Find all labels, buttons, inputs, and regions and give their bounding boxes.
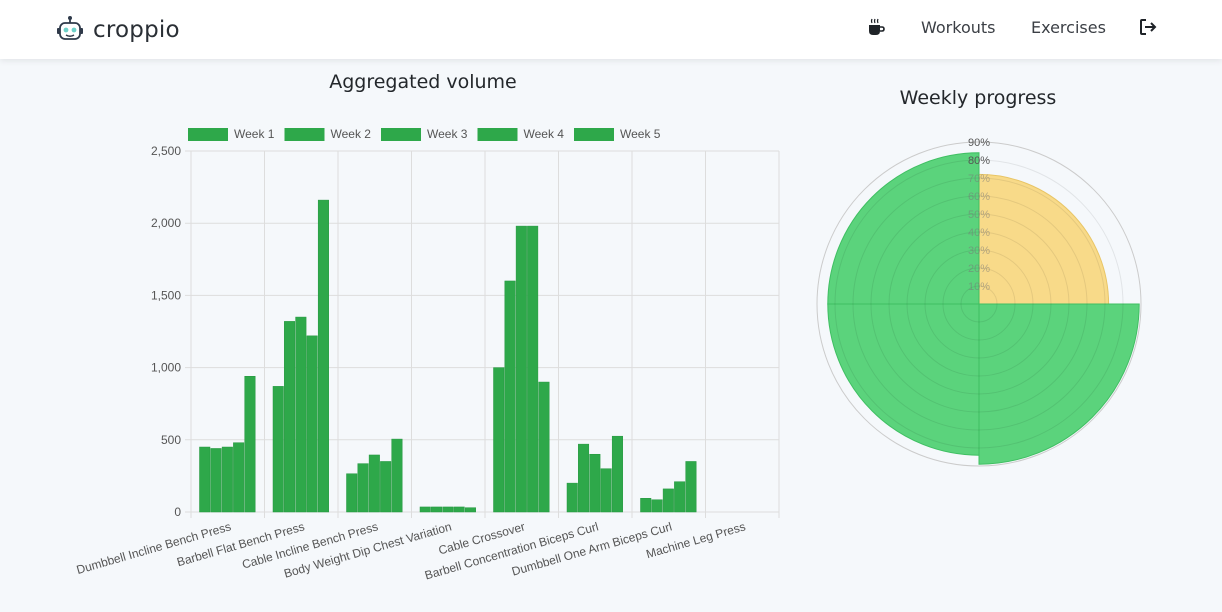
polar-slice [978, 173, 1110, 305]
legend-swatch [284, 128, 325, 141]
bar [357, 463, 369, 513]
bar [199, 446, 211, 513]
bar [674, 481, 686, 513]
nav-exercises[interactable]: Exercises [1031, 18, 1106, 37]
polar-tick-label: 70% [968, 173, 990, 185]
logout-icon[interactable] [1138, 17, 1158, 37]
polar-tick-label: 20% [968, 263, 990, 275]
y-tick-label: 0 [174, 505, 181, 519]
bar [493, 367, 505, 513]
app-name: croppio [93, 17, 180, 43]
bar [453, 506, 465, 513]
polar-slice [827, 303, 980, 456]
legend-label: Week 1 [234, 127, 275, 141]
y-tick-label: 1,000 [151, 361, 181, 375]
bar [464, 507, 476, 513]
bar [272, 386, 284, 513]
bar [244, 376, 256, 513]
legend-label: Week 4 [524, 127, 565, 141]
legend-label: Week 3 [427, 127, 468, 141]
bar [284, 321, 296, 513]
legend-swatch [574, 128, 614, 141]
polar-tick-label: 50% [968, 209, 990, 221]
navbar: croppio Workouts Exercises [0, 0, 1222, 59]
bar [600, 468, 612, 513]
polar-tick-label: 80% [968, 155, 990, 167]
bar [589, 453, 601, 513]
bar [538, 381, 550, 513]
coffee-icon[interactable] [866, 17, 886, 37]
bar [306, 335, 318, 513]
bar [346, 473, 358, 513]
bar [442, 506, 454, 513]
bar [210, 448, 222, 513]
bar [685, 461, 697, 513]
polar-tick-label: 40% [968, 227, 990, 239]
bar [662, 488, 674, 513]
legend-label: Week 5 [620, 127, 661, 141]
polar-tick-label: 60% [968, 191, 990, 203]
polar-tick-label: 10% [968, 281, 990, 293]
bar [380, 461, 392, 513]
bar-chart-title: Aggregated volume [329, 71, 517, 93]
bar [611, 435, 623, 513]
legend-swatch [381, 128, 421, 141]
legend-swatch [188, 128, 228, 141]
bar [368, 454, 380, 513]
nav-workouts[interactable]: Workouts [921, 18, 995, 37]
y-tick-label: 2,000 [151, 216, 181, 230]
bar [295, 316, 307, 513]
bar [221, 446, 233, 513]
robot-icon [57, 16, 83, 40]
y-tick-label: 1,500 [151, 288, 181, 302]
bar [317, 199, 329, 513]
bar [431, 506, 443, 513]
bar [527, 225, 539, 513]
bar [419, 506, 431, 513]
bar [640, 498, 652, 513]
bar [515, 225, 527, 513]
bar [578, 443, 590, 513]
polar-tick-label: 30% [968, 245, 990, 257]
polar-slice [978, 303, 1140, 465]
bar [504, 280, 516, 513]
legend-label: Week 2 [331, 127, 372, 141]
polar-chart-title: Weekly progress [899, 87, 1057, 109]
y-tick-label: 500 [161, 433, 181, 447]
bar [566, 482, 578, 513]
legend-swatch [477, 128, 518, 141]
bar [391, 438, 403, 513]
polar-slice [827, 152, 980, 305]
brand[interactable]: croppio [55, 14, 180, 46]
polar-chart: 10% 20% 30% 40% 50% 60% 70% 80% 90% [816, 137, 1142, 467]
bar-chart: 0 500 1,000 1,500 2,000 2,500 Week 1 Week 2 Week… [75, 127, 780, 583]
y-tick-label: 2,500 [151, 144, 181, 158]
polar-tick-label: 90% [968, 137, 990, 149]
bar [233, 442, 245, 513]
bar [651, 499, 663, 513]
